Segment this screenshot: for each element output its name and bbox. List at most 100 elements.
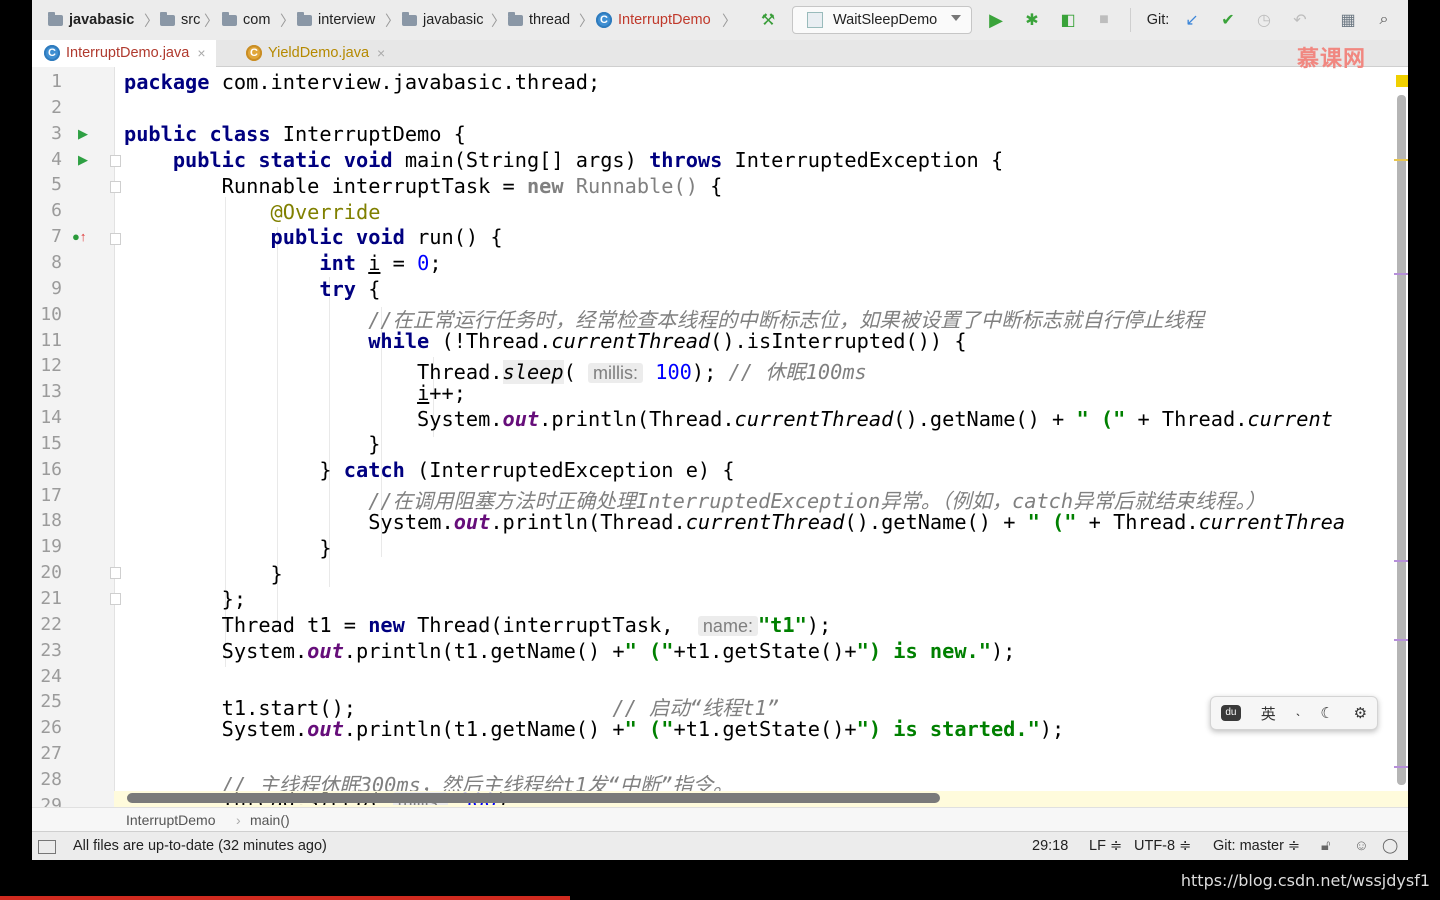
tab-yielddemo[interactable]: C YieldDemo.java × (234, 40, 395, 66)
line-number: 26 (40, 717, 62, 739)
folder-icon (160, 11, 175, 26)
run-coverage-icon[interactable]: ◧ (1058, 10, 1078, 30)
run-gutter-icon[interactable]: ▶ (78, 152, 92, 167)
config-icon (807, 12, 823, 28)
scroll-marker (1394, 560, 1408, 562)
breadcrumb-module[interactable]: javabasic (48, 11, 134, 29)
breadcrumb-interview[interactable]: interview (297, 11, 375, 29)
status-message[interactable]: All files are up-to-date (32 minutes ago… (73, 838, 327, 854)
scroll-marker (1394, 273, 1408, 275)
code-line: try { (319, 277, 381, 301)
ime-moon-icon[interactable]: ☾ (1320, 704, 1333, 722)
folder-icon (508, 11, 523, 26)
ime-toolbar[interactable]: du 英 ˴ ☾ ⚙ (1210, 696, 1378, 730)
debug-icon[interactable]: ✱ (1022, 10, 1042, 30)
code-line: } (124, 536, 332, 560)
chevron-right-icon: 〉 (579, 13, 594, 30)
chevron-right-icon: 〉 (491, 13, 506, 30)
line-number: 20 (40, 562, 62, 584)
caret-position[interactable]: 29:18 (1032, 838, 1068, 854)
encoding-select[interactable]: UTF-8 ≑ (1134, 838, 1191, 854)
folder-icon (222, 11, 237, 26)
search-icon[interactable]: ⌕ (1374, 10, 1394, 30)
line-separator-select[interactable]: LF ≑ (1089, 838, 1122, 854)
line-number: 2 (51, 96, 62, 118)
run-icon[interactable]: ▶ (986, 10, 1006, 30)
breadcrumb-method[interactable]: main() (250, 812, 290, 828)
ime-gear-icon[interactable]: ⚙ (1354, 704, 1367, 722)
scroll-marker (1394, 159, 1408, 161)
build-hammer-icon[interactable]: ⚒ (758, 10, 778, 30)
line-number: 7 (51, 226, 62, 248)
git-update-icon[interactable]: ↙ (1182, 10, 1202, 30)
run-configuration-select[interactable]: WaitSleepDemo (792, 6, 972, 34)
line-number: 16 (40, 458, 62, 480)
lock-icon[interactable]: 🔓︎ (1321, 838, 1330, 854)
line-number: 5 (51, 174, 62, 196)
stop-icon[interactable]: ■ (1094, 10, 1114, 30)
line-number: 15 (40, 432, 62, 454)
chevron-right-icon: 〉 (280, 13, 295, 30)
hector-icon[interactable]: ☺ (1354, 838, 1369, 854)
code-line: } catch (InterruptedException e) { (124, 458, 735, 482)
history-icon[interactable]: ◷ (1254, 10, 1274, 30)
fold-icon[interactable] (110, 593, 121, 605)
breadcrumb-com[interactable]: com (222, 11, 270, 29)
video-progress-bar[interactable] (0, 896, 570, 900)
event-log-icon[interactable]: ◯ (1382, 838, 1398, 854)
code-line: package com.interview.javabasic.thread; (124, 70, 601, 94)
line-number: 12 (40, 355, 62, 377)
breadcrumb-src[interactable]: src (160, 11, 200, 29)
line-number: 23 (40, 639, 62, 661)
inspection-status-icon[interactable] (1396, 75, 1408, 87)
breadcrumb-class[interactable]: C InterruptDemo (596, 11, 711, 29)
structure-breadcrumb: InterruptDemo › main() (32, 807, 1408, 832)
ime-punctuation-toggle[interactable]: ˴ (1296, 705, 1301, 722)
close-icon[interactable]: × (377, 45, 385, 61)
git-commit-icon[interactable]: ✔ (1218, 10, 1238, 30)
line-number: 13 (40, 381, 62, 403)
code-line: System.out.println(t1.getName() +" ("+t1… (124, 717, 1065, 741)
tool-windows-icon[interactable] (38, 840, 56, 854)
chevron-right-icon: 〉 (144, 13, 159, 30)
chevron-right-icon: 〉 (204, 13, 219, 30)
project-structure-icon[interactable]: ▦ (1338, 10, 1358, 30)
code-line: i++; (417, 381, 466, 405)
class-icon: C (246, 45, 262, 61)
fold-icon[interactable] (110, 155, 121, 167)
code-line: @Override (270, 200, 381, 224)
line-number: 24 (40, 665, 62, 687)
vertical-scrollbar[interactable] (1397, 95, 1406, 785)
ime-language-toggle[interactable]: 英 (1261, 703, 1276, 724)
line-number: 4 (51, 148, 62, 170)
ime-logo-icon[interactable]: du (1220, 705, 1241, 721)
override-icon[interactable]: ●↑ (72, 229, 92, 244)
breadcrumb-thread[interactable]: thread (508, 11, 570, 29)
fold-icon[interactable] (110, 567, 121, 579)
fold-icon[interactable] (110, 233, 121, 245)
close-icon[interactable]: × (197, 45, 205, 61)
breadcrumb-class[interactable]: InterruptDemo (126, 812, 215, 828)
fold-icon[interactable] (110, 181, 121, 193)
line-number: 28 (40, 768, 62, 790)
watermark-url: https://blog.csdn.net/wssjdysf1 (1180, 871, 1430, 890)
code-line: System.out.println(t1.getName() +" ("+t1… (124, 639, 1016, 663)
code-line: System.out.println(Thread.currentThread(… (124, 510, 1346, 534)
code-line: int i = 0; (319, 251, 442, 275)
line-number: 27 (40, 743, 62, 765)
code-editor[interactable]: 1 2 3 4 5 6 7 8 9 10 11 12 13 14 15 16 17 18 19 20 21 22 23 24 2… (32, 67, 1408, 807)
breadcrumb-javabasic[interactable]: javabasic (402, 11, 483, 29)
scroll-marker (1394, 639, 1408, 641)
horizontal-scrollbar[interactable] (127, 793, 940, 803)
tab-interruptdemo[interactable]: C InterruptDemo.java × (32, 40, 216, 68)
line-number: 10 (40, 303, 62, 325)
navigation-bar: javabasic 〉 src 〉 com 〉 interview 〉 java… (32, 0, 1408, 41)
code-line: System.out.println(Thread.currentThread(… (124, 407, 1333, 431)
revert-icon[interactable]: ↶ (1290, 10, 1310, 30)
code-line: Thread t1 = new Thread(interruptTask, na… (124, 613, 832, 637)
git-branch-select[interactable]: Git: master ≑ (1213, 838, 1300, 854)
run-gutter-icon[interactable]: ▶ (78, 126, 92, 141)
line-number: 1 (51, 71, 62, 92)
line-number: 22 (40, 613, 62, 635)
line-number: 6 (51, 200, 62, 222)
